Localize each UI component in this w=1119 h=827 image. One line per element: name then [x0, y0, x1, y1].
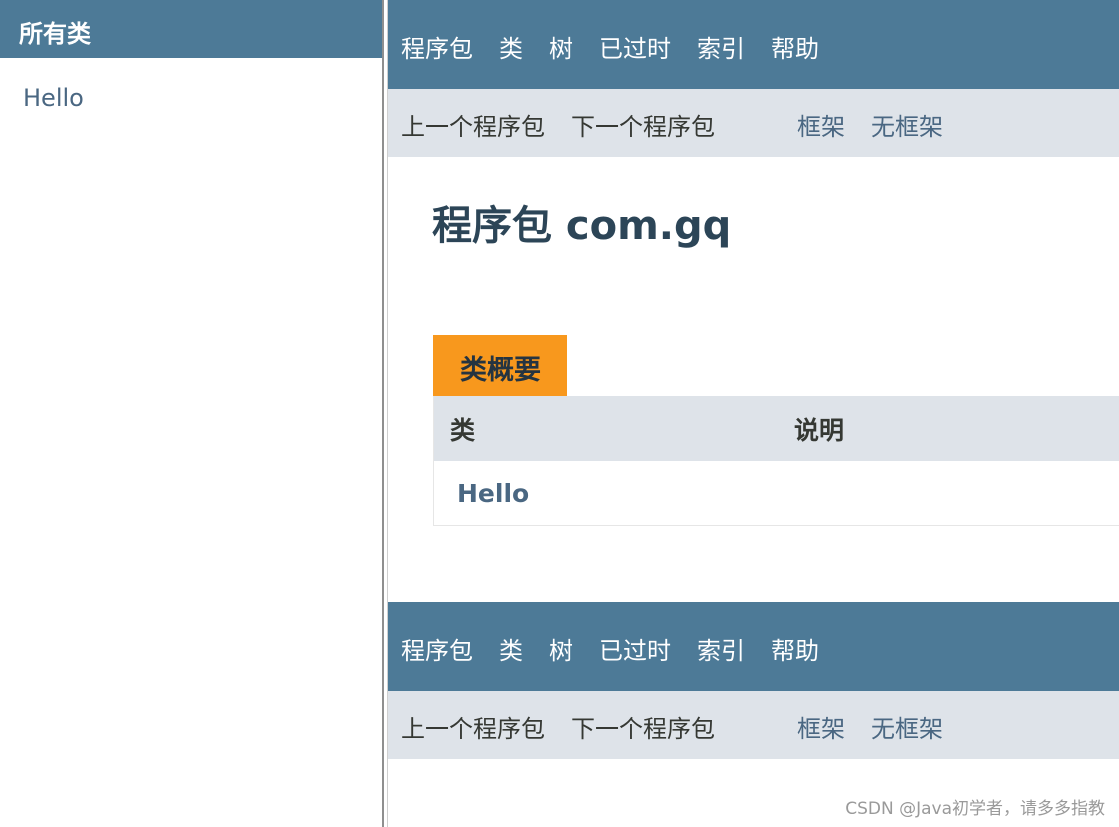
package-content: 程序包 com.gq 类概要 类 说明 Hello — [388, 157, 1119, 602]
next-package: 下一个程序包 — [571, 112, 715, 141]
bottom-nav-tree[interactable]: 树 — [549, 631, 573, 666]
nav-help[interactable]: 帮助 — [771, 29, 819, 64]
bottom-frames-link[interactable]: 框架 — [797, 709, 845, 744]
table-header-row: 类 说明 — [434, 396, 1119, 461]
class-link-hello[interactable]: Hello — [23, 84, 84, 112]
bottom-nav-deprecated[interactable]: 已过时 — [599, 631, 671, 666]
class-list: Hello — [0, 58, 382, 112]
frames-link[interactable]: 框架 — [797, 107, 845, 142]
bottom-nav-class[interactable]: 类 — [499, 631, 523, 666]
class-summary: 类概要 类 说明 Hello — [433, 335, 1119, 526]
bottom-nav-help[interactable]: 帮助 — [771, 631, 819, 666]
page-title: 程序包 com.gq — [432, 203, 732, 249]
column-header-description: 说明 — [794, 415, 845, 445]
package-frame: 程序包 类 树 已过时 索引 帮助 上一个程序包 下一个程序包 框架 无框架 程… — [388, 0, 1119, 827]
nav-deprecated[interactable]: 已过时 — [599, 29, 671, 64]
bottom-nav-package[interactable]: 程序包 — [401, 631, 473, 666]
nav-class[interactable]: 类 — [499, 29, 523, 64]
bottom-next-package: 下一个程序包 — [571, 714, 715, 743]
watermark: CSDN @Java初学者，请多多指教 — [845, 799, 1105, 819]
all-classes-header: 所有类 — [0, 0, 382, 58]
bottom-nav-bar: 程序包 类 树 已过时 索引 帮助 — [388, 602, 1119, 691]
column-header-class: 类 — [450, 415, 476, 445]
bottom-prev-package: 上一个程序包 — [401, 714, 545, 743]
table-row: Hello — [434, 461, 1119, 525]
nav-tree[interactable]: 树 — [549, 29, 573, 64]
prev-package: 上一个程序包 — [401, 112, 545, 141]
bottom-sub-nav-bar: 上一个程序包 下一个程序包 框架 无框架 — [388, 691, 1119, 759]
bottom-nav-index[interactable]: 索引 — [697, 631, 745, 666]
nav-index[interactable]: 索引 — [697, 29, 745, 64]
class-summary-table: 类 说明 Hello — [433, 396, 1119, 526]
bottom-no-frames-link[interactable]: 无框架 — [871, 709, 943, 744]
nav-package[interactable]: 程序包 — [401, 29, 473, 64]
all-classes-frame: 所有类 Hello — [0, 0, 382, 827]
sub-nav-bar: 上一个程序包 下一个程序包 框架 无框架 — [388, 89, 1119, 157]
summary-class-link-hello[interactable]: Hello — [434, 479, 529, 508]
no-frames-link[interactable]: 无框架 — [871, 107, 943, 142]
class-summary-caption: 类概要 — [433, 335, 567, 396]
top-nav-bar: 程序包 类 树 已过时 索引 帮助 — [388, 0, 1119, 89]
